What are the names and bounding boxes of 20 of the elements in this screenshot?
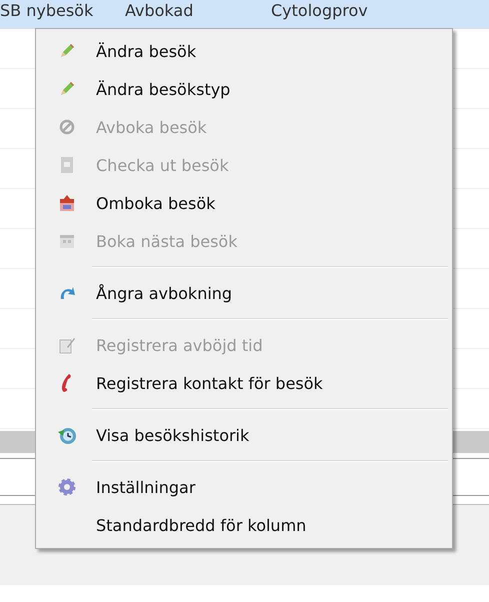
calendar-icon [58, 232, 76, 250]
menu-item[interactable]: Ändra besökstyp [38, 70, 450, 108]
prohibited-icon [59, 119, 75, 135]
column-header: Avbokad [125, 0, 194, 20]
gear-icon [58, 478, 76, 496]
document-icon [60, 156, 74, 174]
pencil-icon [58, 42, 76, 60]
history-clock-icon [57, 425, 77, 445]
calendar-icon [58, 194, 76, 212]
note-pencil-icon [58, 336, 76, 354]
menu-item[interactable]: Omboka besök [38, 184, 450, 222]
menu-item[interactable]: Visa besökshistorik [38, 416, 450, 454]
table-header-row[interactable]: SB nybesök Avbokad Cytologprov [0, 0, 489, 29]
column-header: Cytologprov [271, 0, 368, 20]
menu-item[interactable]: Inställningar [38, 468, 450, 506]
menu-item[interactable]: Ångra avbokning [38, 274, 450, 312]
menu-item[interactable]: Ändra besök [38, 32, 450, 70]
menu-item[interactable]: Registrera kontakt för besök [38, 364, 450, 402]
column-header: SB nybesök [0, 0, 94, 20]
pencil-icon [58, 80, 76, 98]
